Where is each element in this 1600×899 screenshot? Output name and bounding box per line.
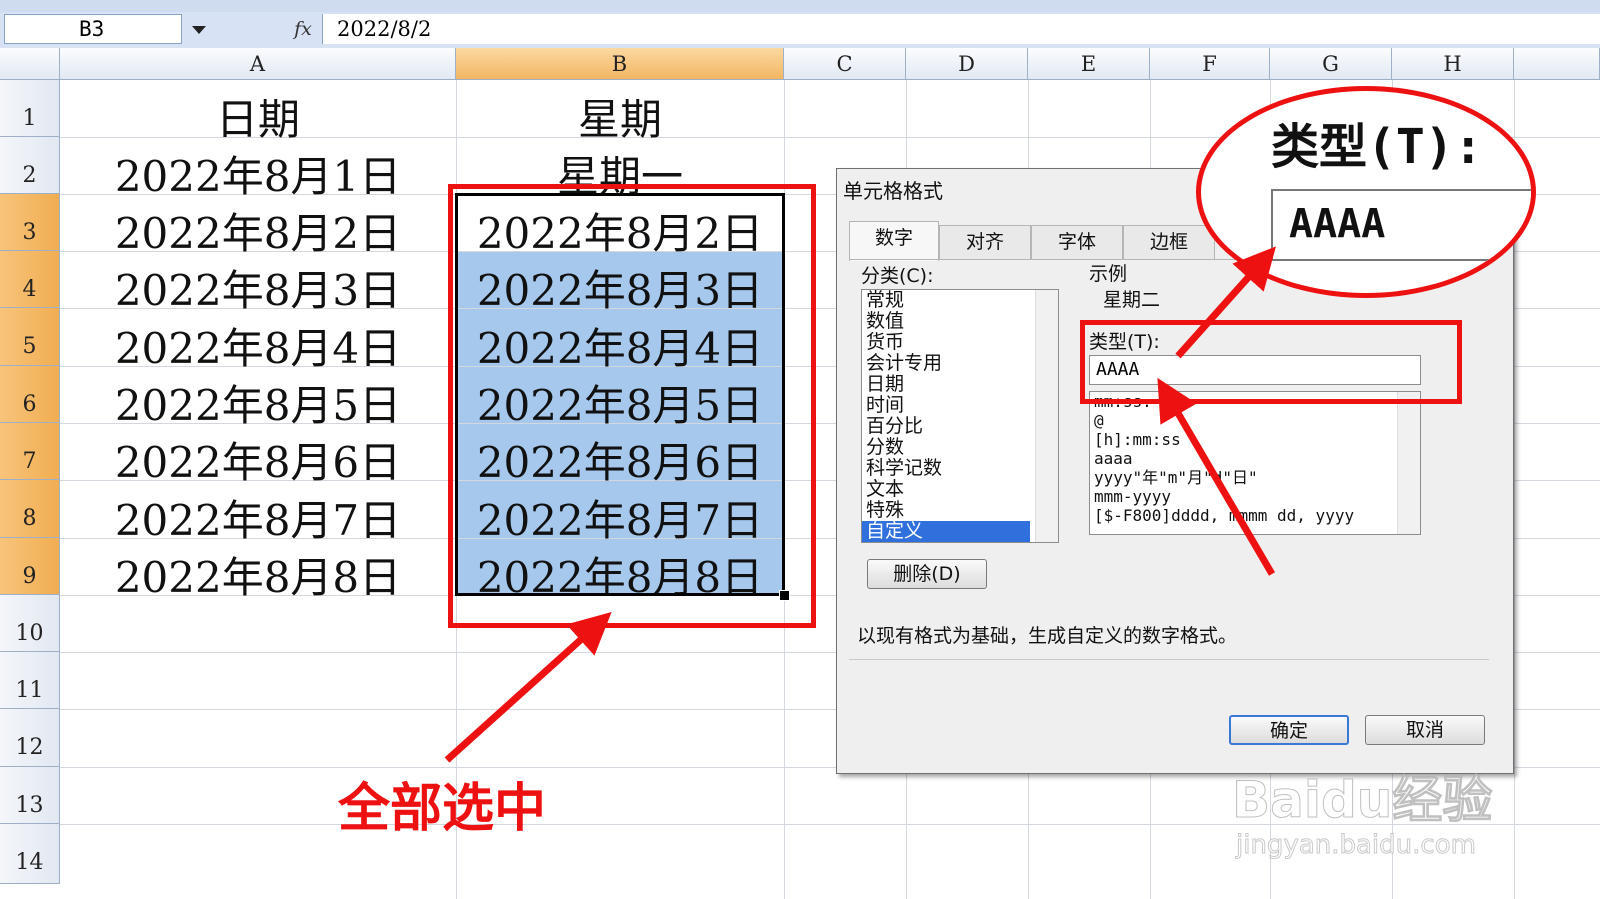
list-item[interactable]: 会计专用 (862, 353, 1058, 374)
zoom-type-label: 类型(T): (1271, 119, 1483, 175)
column-header-g[interactable]: G (1270, 48, 1392, 80)
sample-label: 示例 (1089, 263, 1128, 285)
cell-a2[interactable]: 2022年8月1日 (60, 143, 456, 204)
cell-a9[interactable]: 2022年8月8日 (60, 544, 456, 605)
list-item[interactable]: 货币 (862, 332, 1058, 353)
category-scrollbar[interactable] (1035, 290, 1058, 542)
list-item[interactable]: 分数 (862, 437, 1058, 458)
tab-font[interactable]: 字体 (1031, 225, 1123, 259)
row-header-4[interactable]: 4 (0, 251, 60, 308)
list-item[interactable]: 日期 (862, 374, 1058, 395)
row-header-6[interactable]: 6 (0, 366, 60, 423)
column-header-c[interactable]: C (784, 48, 906, 80)
column-header-d[interactable]: D (906, 48, 1028, 80)
format-description: 以现有格式为基础，生成自定义的数字格式。 (857, 625, 1238, 647)
list-item-selected[interactable]: 自定义 (862, 521, 1030, 542)
annotation-label: 全部选中 (338, 779, 547, 839)
cell-a3[interactable]: 2022年8月2日 (60, 200, 456, 261)
formula-input[interactable]: 2022/8/2 (322, 14, 1600, 44)
watermark-url: jingyan.baidu.com (1236, 830, 1477, 861)
list-item[interactable]: 科学记数 (862, 458, 1058, 479)
list-item[interactable]: [$-F800]dddd, mmmm dd, yyyy (1090, 506, 1420, 525)
row-header-10[interactable]: 10 (0, 595, 60, 652)
cell-a7[interactable]: 2022年8月6日 (60, 429, 456, 490)
watermark-brand: Baidu经验 (1231, 771, 1493, 830)
row-header-12[interactable]: 12 (0, 709, 60, 767)
divider (849, 659, 1489, 660)
list-item[interactable]: mmm-yyyy (1090, 487, 1420, 506)
cell-a4[interactable]: 2022年8月3日 (60, 257, 456, 318)
list-item[interactable]: 特殊 (862, 500, 1058, 521)
list-item[interactable]: aaaa (1090, 449, 1420, 468)
column-header-next[interactable] (1514, 48, 1600, 80)
cell-a5[interactable]: 2022年8月4日 (60, 315, 456, 376)
column-header-f[interactable]: F (1150, 48, 1270, 80)
toolbar-strip (0, 0, 1600, 12)
category-list[interactable]: 常规 数值 货币 会计专用 日期 时间 百分比 分数 科学记数 文本 特殊 自定… (861, 289, 1059, 543)
sample-value: 星期二 (1103, 289, 1161, 311)
tab-alignment[interactable]: 对齐 (939, 225, 1031, 259)
row-header-11[interactable]: 11 (0, 652, 60, 709)
row-header-13[interactable]: 13 (0, 767, 60, 824)
cell-a8[interactable]: 2022年8月7日 (60, 487, 456, 548)
list-item[interactable]: 百分比 (862, 416, 1058, 437)
tab-number[interactable]: 数字 (849, 221, 939, 261)
list-item[interactable]: 时间 (862, 395, 1058, 416)
name-box-dropdown-icon[interactable] (184, 14, 214, 44)
list-item[interactable]: yyyy"年"m"月"d"日" (1090, 468, 1420, 487)
category-label: 分类(C): (861, 265, 934, 287)
cell-a1[interactable]: 日期 (60, 86, 456, 147)
highlight-box-type (1080, 320, 1462, 404)
name-box[interactable]: B3 (4, 14, 182, 44)
row-header-8[interactable]: 8 (0, 480, 60, 538)
row-header-9[interactable]: 9 (0, 538, 60, 595)
row-header-3[interactable]: 3 (0, 194, 60, 251)
list-item[interactable]: [h]:mm:ss (1090, 430, 1420, 449)
zoom-type-field: AAAA (1271, 189, 1531, 261)
delete-button[interactable]: 删除(D) (867, 559, 987, 589)
column-header-b[interactable]: B (456, 48, 784, 80)
zoom-type-value: AAAA (1289, 201, 1386, 247)
list-item[interactable]: 数值 (862, 311, 1058, 332)
row-header-1[interactable]: 1 (0, 80, 60, 137)
row-header-5[interactable]: 5 (0, 308, 60, 366)
cell-a6[interactable]: 2022年8月5日 (60, 372, 456, 433)
fx-icon[interactable]: fx (288, 14, 318, 44)
column-header-e[interactable]: E (1028, 48, 1150, 80)
row-header-14[interactable]: 14 (0, 824, 60, 884)
cancel-button[interactable]: 取消 (1365, 715, 1485, 745)
cell-b1[interactable]: 星期 (456, 86, 784, 147)
format-scrollbar[interactable] (1397, 392, 1420, 534)
highlight-box-selection (448, 184, 816, 628)
list-item[interactable]: @ (1090, 411, 1420, 430)
format-list[interactable]: mm:ss. @ [h]:mm:ss aaaa yyyy"年"m"月"d"日" … (1089, 391, 1421, 535)
column-header-h[interactable]: H (1392, 48, 1514, 80)
zoom-inset: 类型(T): AAAA (1196, 86, 1536, 298)
row-header-2[interactable]: 2 (0, 137, 60, 194)
column-header-a[interactable]: A (60, 48, 456, 80)
list-item[interactable]: 文本 (862, 479, 1058, 500)
row-header-7[interactable]: 7 (0, 423, 60, 480)
list-item[interactable]: 常规 (862, 290, 1058, 311)
select-all-corner[interactable] (0, 48, 60, 80)
tab-border[interactable]: 边框 (1123, 225, 1215, 259)
ok-button[interactable]: 确定 (1229, 715, 1349, 745)
dialog-title: 单元格格式 (843, 179, 943, 203)
